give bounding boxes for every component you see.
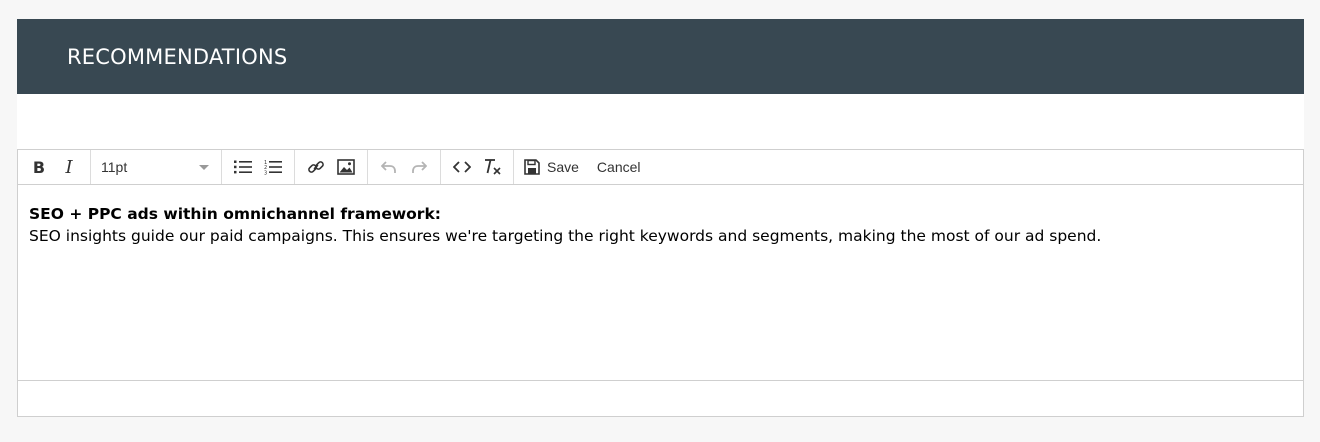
insert-group: [295, 150, 368, 184]
redo-icon: [412, 161, 427, 173]
code-icon: [453, 161, 471, 173]
insert-image-button[interactable]: [331, 153, 361, 181]
editor-toolbar: B I 11pt 1 2 3 Save Cancel: [18, 150, 1303, 185]
insert-link-button[interactable]: [301, 153, 331, 181]
font-size-value: 11pt: [101, 159, 128, 175]
editor-statusbar: [18, 380, 1303, 416]
source-group: [441, 150, 514, 184]
rich-text-editor: B I 11pt 1 2 3 Save Cancel SEO + PPC ads…: [17, 149, 1304, 417]
source-code-button[interactable]: [447, 153, 477, 181]
content-heading: SEO + PPC ads within omnichannel framewo…: [29, 205, 441, 223]
content-body: SEO insights guide our paid campaigns. T…: [29, 227, 1102, 245]
italic-icon: I: [65, 156, 73, 178]
recommendations-panel: RECOMMENDATIONS B I 11pt 1 2 3 Save Canc…: [17, 19, 1304, 417]
floppy-disk-icon: [524, 159, 540, 175]
italic-button[interactable]: I: [54, 153, 84, 181]
image-icon: [337, 159, 355, 175]
bulleted-list-icon: [234, 160, 252, 174]
list-group: 1 2 3: [222, 150, 295, 184]
panel-spacer: [17, 94, 1304, 149]
format-group: B I: [18, 150, 91, 184]
link-icon: [308, 161, 324, 173]
bold-icon: B: [32, 157, 46, 177]
undo-icon: [381, 161, 396, 173]
cancel-button[interactable]: Cancel: [593, 153, 645, 181]
panel-header: RECOMMENDATIONS: [17, 19, 1304, 94]
bold-button[interactable]: B: [24, 153, 54, 181]
cancel-label: Cancel: [596, 159, 641, 175]
numbered-list-icon: 1 2 3: [264, 160, 282, 175]
undo-button[interactable]: [374, 153, 404, 181]
clear-formatting-icon: [485, 159, 501, 175]
svg-text:3: 3: [264, 170, 267, 175]
panel-title: RECOMMENDATIONS: [67, 44, 288, 69]
save-group: Save Cancel: [514, 150, 651, 184]
chevron-down-icon: [199, 164, 209, 170]
font-size-select[interactable]: 11pt: [97, 153, 215, 181]
font-size-group: 11pt: [91, 150, 222, 184]
clear-formatting-button[interactable]: [477, 153, 507, 181]
bulleted-list-button[interactable]: [228, 153, 258, 181]
redo-button[interactable]: [404, 153, 434, 181]
save-label: Save: [547, 159, 579, 175]
editor-content-area[interactable]: SEO + PPC ads within omnichannel framewo…: [18, 185, 1303, 361]
numbered-list-button[interactable]: 1 2 3: [258, 153, 288, 181]
history-group: [368, 150, 441, 184]
save-button[interactable]: Save: [520, 153, 583, 181]
